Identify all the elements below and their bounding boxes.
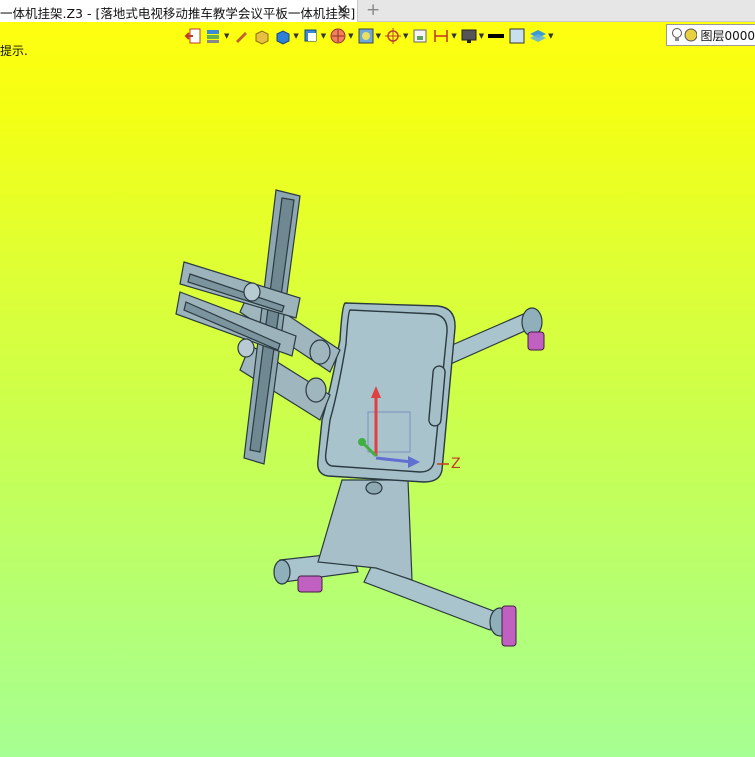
dimension-button[interactable]: ▼ <box>432 25 457 47</box>
3d-viewport[interactable]: 提示. Z ▼ ▼ ▼ ▼ ▼ ▼ ▼ ▼ ▼ 图层0000 <box>0 22 755 757</box>
view-cube-icon <box>304 29 317 42</box>
box-blue-icon <box>276 30 290 45</box>
lightbulb-icon <box>672 28 682 41</box>
layers-stack-icon <box>207 30 219 43</box>
color-swatch-icon <box>509 28 525 44</box>
layers-button[interactable]: ▼ <box>205 25 229 47</box>
shaded-button[interactable] <box>253 25 271 47</box>
tab-bar: 一体机挂架.Z3 - [落地式电视移动推车教学会议平板一体机挂架] ✕ + <box>0 0 755 22</box>
layer-color-dot-icon <box>684 28 698 42</box>
sketch-button[interactable] <box>232 25 250 47</box>
layer-selector[interactable]: 图层0000 <box>666 24 755 46</box>
model-render[interactable] <box>0 22 755 757</box>
document-tab[interactable]: 一体机挂架.Z3 - [落地式电视移动推车教学会议平板一体机挂架] ✕ <box>0 0 358 22</box>
color-button[interactable] <box>508 25 526 47</box>
chevron-down-icon: ▼ <box>402 32 409 40</box>
chevron-down-icon: ▼ <box>293 32 299 40</box>
close-tab-icon[interactable]: ✕ <box>336 1 349 19</box>
section-button[interactable]: ▼ <box>329 25 354 47</box>
exit-button[interactable] <box>184 25 202 47</box>
pen-icon <box>236 32 248 43</box>
view-toolbar: ▼ ▼ ▼ ▼ ▼ ▼ ▼ ▼ ▼ <box>184 25 557 47</box>
chevron-down-icon: ▼ <box>478 32 485 40</box>
chevron-down-icon: ▼ <box>224 32 230 40</box>
line-style-button[interactable] <box>487 25 505 47</box>
line-style-icon <box>488 34 505 38</box>
chevron-down-icon: ▼ <box>320 32 327 40</box>
tray-panel <box>317 302 456 483</box>
new-tab-icon[interactable]: + <box>366 0 380 20</box>
chevron-down-icon: ▼ <box>348 32 354 40</box>
dimension-icon <box>434 30 449 42</box>
snap-icon <box>384 28 401 44</box>
document-tab-title[interactable]: 一体机挂架.Z3 - [落地式电视移动推车教学会议平板一体机挂架] <box>0 3 355 22</box>
z-axis-label: Z <box>451 456 461 472</box>
solid-button[interactable]: ▼ <box>274 25 299 47</box>
monitor-button[interactable]: ▼ <box>460 25 484 47</box>
layer-stack-icon <box>530 30 547 42</box>
box-shade-icon <box>255 30 269 45</box>
chevron-down-icon: ▼ <box>375 32 381 40</box>
section-icon <box>330 28 346 44</box>
monitor-icon <box>461 29 477 43</box>
snap-button[interactable]: ▼ <box>384 25 408 47</box>
display-mode-button[interactable]: ▼ <box>357 25 381 47</box>
view-cube-button[interactable]: ▼ <box>302 25 326 47</box>
sheet-button[interactable] <box>411 25 429 47</box>
display-mode-icon <box>358 28 374 44</box>
chevron-down-icon: ▼ <box>451 32 457 40</box>
layer-manager-button[interactable]: ▼ <box>529 25 554 47</box>
sheet-icon <box>413 29 427 43</box>
exit-icon <box>184 28 201 44</box>
chevron-down-icon: ▼ <box>548 32 554 40</box>
layer-name: 图层0000 <box>700 28 755 43</box>
